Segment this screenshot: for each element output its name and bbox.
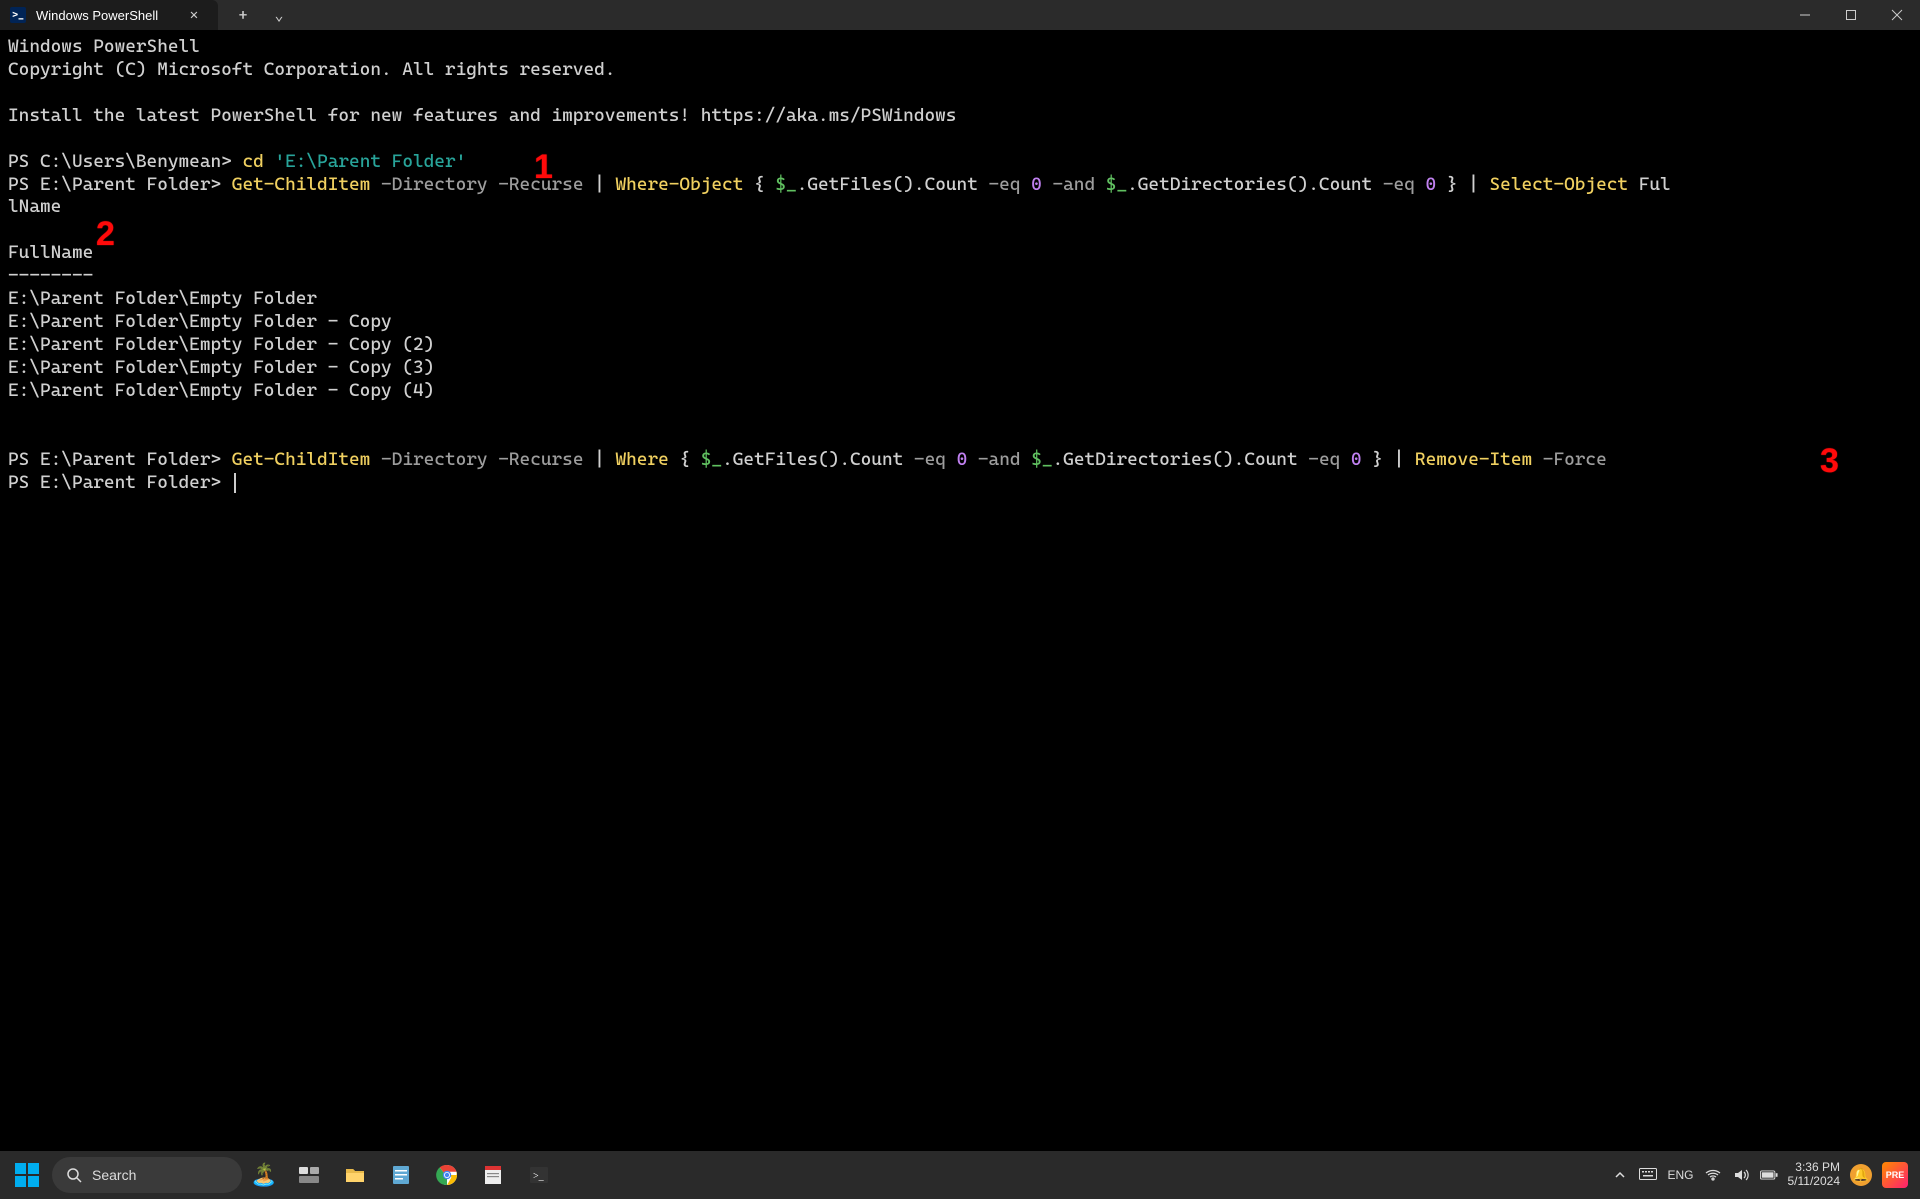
window-titlebar: >_ Windows PowerShell ✕ + ⌄ <box>0 0 1920 30</box>
search-placeholder: Search <box>92 1167 136 1183</box>
start-button[interactable] <box>8 1156 46 1194</box>
window-controls <box>1782 0 1920 30</box>
prompt-4-prefix: PS E:\Parent Folder> <box>8 472 232 493</box>
terminal-button[interactable]: >_ <box>518 1155 560 1195</box>
tab-title: Windows PowerShell <box>36 8 158 23</box>
language-indicator[interactable]: ENG <box>1667 1168 1693 1182</box>
taskbar-apps: >_ <box>288 1155 560 1195</box>
clock-time: 3:36 PM <box>1788 1161 1841 1175</box>
tab-actions: + ⌄ <box>218 0 296 30</box>
header-line-2: Copyright (C) Microsoft Corporation. All… <box>8 59 615 80</box>
search-icon <box>66 1167 82 1183</box>
install-hint: Install the latest PowerShell for new fe… <box>8 105 956 126</box>
notepad-button[interactable] <box>380 1155 422 1195</box>
system-tray: ENG 3:36 PM 5/11/2024 🔔 PRE <box>1611 1161 1912 1189</box>
header-line-1: Windows PowerShell <box>8 36 200 57</box>
file-explorer-button[interactable] <box>334 1155 376 1195</box>
output-dashes: -------- <box>8 265 93 286</box>
clock-date: 5/11/2024 <box>1788 1175 1841 1189</box>
editor-button[interactable] <box>472 1155 514 1195</box>
windows-logo-icon <box>15 1163 39 1187</box>
maximize-button[interactable] <box>1828 0 1874 30</box>
chrome-button[interactable] <box>426 1155 468 1195</box>
premiere-app-icon[interactable]: PRE <box>1882 1162 1908 1188</box>
output-row: E:\Parent Folder\Empty Folder - Copy (3) <box>8 357 434 378</box>
notifications-button[interactable]: 🔔 <box>1850 1164 1872 1186</box>
tab-powershell[interactable]: >_ Windows PowerShell ✕ <box>0 0 218 30</box>
new-tab-button[interactable]: + <box>226 0 260 30</box>
terminal-output[interactable]: Windows PowerShell Copyright (C) Microso… <box>0 30 1920 500</box>
wifi-icon[interactable] <box>1704 1166 1722 1184</box>
prompt-1-arg: 'E:\Parent Folder' <box>274 151 466 172</box>
svg-text:>_: >_ <box>533 1171 545 1182</box>
output-row: E:\Parent Folder\Empty Folder - Copy (4) <box>8 380 434 401</box>
task-view-button[interactable] <box>288 1155 330 1195</box>
volume-icon[interactable] <box>1732 1166 1750 1184</box>
minimize-button[interactable] <box>1782 0 1828 30</box>
close-tab-button[interactable]: ✕ <box>184 5 204 25</box>
battery-icon[interactable] <box>1760 1166 1778 1184</box>
prompt-1-prefix: PS C:\Users\Benymean> <box>8 151 242 172</box>
prompt-3-prefix: PS E:\Parent Folder> <box>8 449 232 470</box>
output-row: E:\Parent Folder\Empty Folder <box>8 288 317 309</box>
keyboard-icon[interactable] <box>1639 1166 1657 1184</box>
output-header: FullName <box>8 242 93 263</box>
tray-overflow-button[interactable] <box>1611 1166 1629 1184</box>
close-window-button[interactable] <box>1874 0 1920 30</box>
output-row: E:\Parent Folder\Empty Folder - Copy (2) <box>8 334 434 355</box>
prompt-1-cmd: cd <box>242 151 274 172</box>
taskbar: Search 🏝️ >_ ENG <box>0 1151 1920 1199</box>
powershell-icon: >_ <box>10 7 26 23</box>
prompt-2-prefix: PS E:\Parent Folder> <box>8 174 232 195</box>
search-box[interactable]: Search <box>52 1157 242 1193</box>
tab-dropdown-button[interactable]: ⌄ <box>262 0 296 30</box>
clock[interactable]: 3:36 PM 5/11/2024 <box>1788 1161 1841 1189</box>
weather-widget[interactable]: 🏝️ <box>244 1157 284 1193</box>
output-row: E:\Parent Folder\Empty Folder - Copy <box>8 311 392 332</box>
text-cursor <box>234 473 236 493</box>
